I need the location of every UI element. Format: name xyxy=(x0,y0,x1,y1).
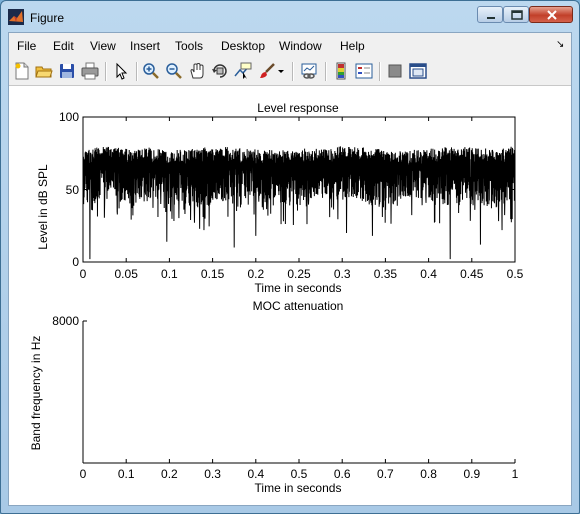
pointer-icon[interactable] xyxy=(112,62,130,80)
axes1-ytick-label: 0 xyxy=(72,255,79,269)
axes2-xtick-label: 0.8 xyxy=(420,467,437,481)
save-icon[interactable] xyxy=(58,62,76,80)
colorbar-icon[interactable] xyxy=(332,62,350,80)
axes1-ytick-label: 50 xyxy=(65,182,79,197)
menu-bar: File Edit View Insert Tools Desktop Wind… xyxy=(9,33,571,59)
open-file-icon[interactable] xyxy=(35,62,53,80)
axes1-xtick-label: 0.25 xyxy=(287,267,311,281)
axes1-xtick-label: 0.05 xyxy=(114,267,138,281)
axes1-xtick-label: 0.1 xyxy=(161,267,178,281)
toolbar-separator xyxy=(292,62,294,81)
axes1-ylabel: Level in dB SPL xyxy=(36,164,50,250)
axes1-plot-area[interactable] xyxy=(79,115,519,264)
axes1-ytick-label: 100 xyxy=(58,110,79,124)
menu-insert[interactable]: Insert xyxy=(130,39,160,53)
axes2-xtick-label: 0.7 xyxy=(377,467,394,481)
menu-view[interactable]: View xyxy=(90,39,116,53)
axes2-xtick-label: 0.3 xyxy=(204,467,221,481)
rotate-3d-icon[interactable] xyxy=(211,62,229,80)
axes2-ylabel: Band frequency in Hz xyxy=(29,335,43,451)
menu-edit[interactable]: Edit xyxy=(53,39,74,53)
axes1-xtick-label: 0.3 xyxy=(333,267,351,281)
menu-desktop[interactable]: Desktop xyxy=(221,39,265,53)
close-button[interactable] xyxy=(529,6,573,23)
menu-tools[interactable]: Tools xyxy=(175,39,203,53)
axes2-xtick-label: 0.5 xyxy=(290,467,308,481)
legend-icon[interactable] xyxy=(355,62,373,80)
figure-client-area: File Edit View Insert Tools Desktop Wind… xyxy=(8,32,572,506)
title-bar[interactable]: Figure xyxy=(1,1,579,32)
axes1-xtick-label: 0.5 xyxy=(506,267,524,281)
axes1-xtick-label: 0 xyxy=(79,267,87,281)
figure-canvas[interactable]: Level response Time in seconds Level in … xyxy=(9,86,571,505)
pan-hand-icon[interactable] xyxy=(188,62,206,80)
maximize-icon xyxy=(511,10,523,20)
axes1-xtick-label: 0.35 xyxy=(373,267,398,281)
hide-plot-tools-icon[interactable] xyxy=(386,62,404,80)
axes2-ytick-label: 8000 xyxy=(52,314,79,328)
axes2-xtick-label: 0.9 xyxy=(463,467,481,481)
axes1-title: Level response xyxy=(257,101,339,115)
window-title: Figure xyxy=(30,11,65,25)
toolbar-separator xyxy=(105,62,107,81)
close-icon xyxy=(547,10,557,20)
axes2-title: MOC attenuation xyxy=(252,299,344,313)
zoom-in-icon[interactable] xyxy=(142,62,160,80)
link-plot-icon[interactable] xyxy=(300,62,318,80)
show-plot-tools-icon[interactable] xyxy=(409,62,427,80)
axes1-xtick-label: 0.45 xyxy=(460,267,484,281)
minimize-icon xyxy=(487,17,495,19)
axes2-plot-area[interactable] xyxy=(79,318,519,464)
figure-toolbar xyxy=(9,58,571,86)
toolbar-separator xyxy=(379,62,381,81)
dock-arrow-icon[interactable]: ↘ xyxy=(556,39,564,50)
data-cursor-icon[interactable] xyxy=(234,62,252,80)
toolbar-separator xyxy=(325,62,327,81)
print-icon[interactable] xyxy=(81,62,99,80)
axes2-xtick-label: 0.1 xyxy=(117,467,135,481)
brush-dropdown-icon[interactable] xyxy=(276,62,286,80)
axes2-xtick-label: 0 xyxy=(79,467,87,481)
minimize-button[interactable] xyxy=(477,6,503,23)
axes2-xtick-label: 0.4 xyxy=(247,467,265,481)
axes1-xtick-label: 0.2 xyxy=(247,267,265,281)
menu-window[interactable]: Window xyxy=(279,39,322,53)
brush-icon[interactable] xyxy=(258,62,276,80)
zoom-out-icon[interactable] xyxy=(165,62,183,80)
figure-window: Figure File Edit View Insert Tools Deskt… xyxy=(0,0,580,514)
matlab-logo-icon xyxy=(8,9,24,25)
toolbar-separator xyxy=(136,62,138,81)
menu-file[interactable]: File xyxy=(17,39,36,53)
axes1-xtick-label: 0.4 xyxy=(420,267,437,281)
axes2-xtick-label: 0.2 xyxy=(161,467,178,481)
new-figure-icon[interactable] xyxy=(13,62,31,80)
axes2-xtick-label: 0.6 xyxy=(333,467,351,481)
axes1-xtick-label: 0.15 xyxy=(200,267,225,281)
axes1-xlabel: Time in seconds xyxy=(254,281,342,295)
axes2-xtick-label: 1 xyxy=(511,467,519,481)
maximize-button[interactable] xyxy=(503,6,529,23)
menu-help[interactable]: Help xyxy=(340,39,365,53)
axes2-xlabel: Time in seconds xyxy=(254,481,342,495)
